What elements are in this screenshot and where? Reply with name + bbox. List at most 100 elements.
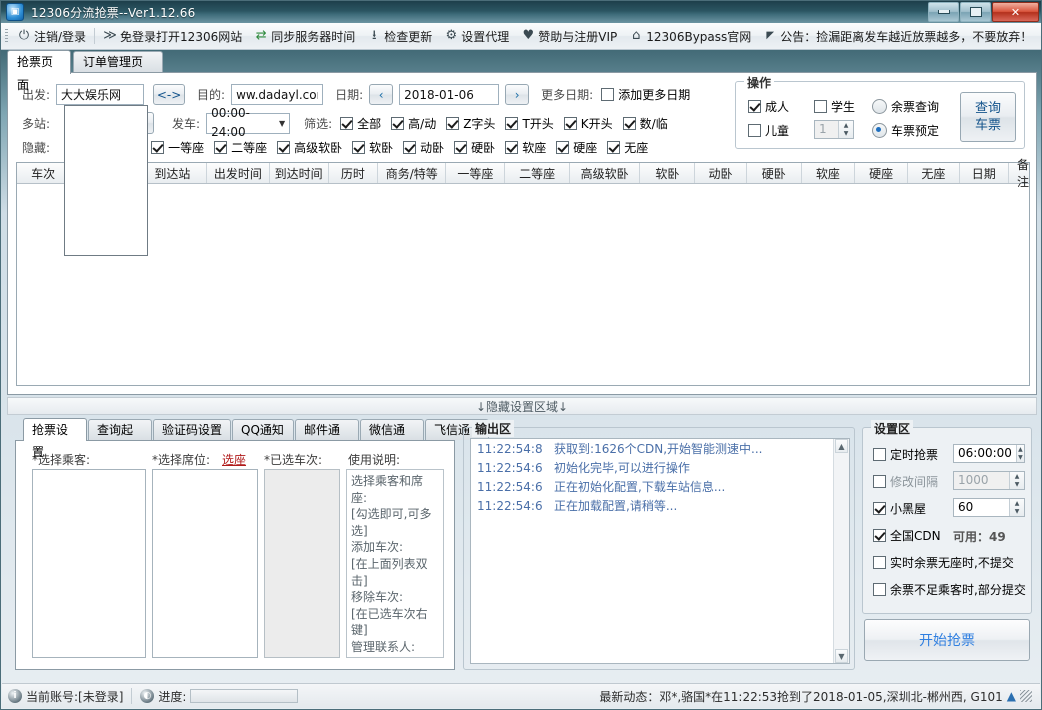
filter-type-z[interactable]: Z字头 — [446, 115, 495, 132]
resize-grip[interactable] — [1020, 690, 1032, 702]
grid-col-hard-seat[interactable]: 硬座 — [855, 163, 908, 183]
chosen-train-list[interactable] — [264, 469, 340, 658]
grid-col-train-no[interactable]: 车次 — [17, 163, 70, 183]
tab-ticket-settings[interactable]: 抢票设置 — [23, 418, 87, 441]
toolbar-item-sync-time[interactable]: ⇄ 同步服务器时间 — [248, 24, 361, 48]
tab-email-notify[interactable]: 邮件通知 — [295, 419, 359, 440]
scroll-down-icon[interactable]: ▼ — [835, 649, 848, 663]
swap-stations-button[interactable]: <-> — [153, 84, 185, 105]
train-result-grid[interactable]: 车次 出发站 到达站 出发时间 到达时间 历时 商务/特等 一等座 二等座 高级… — [16, 162, 1030, 386]
seat-deluxe-soft-sleeper[interactable]: 高级软卧 — [277, 139, 342, 156]
output-log-box[interactable]: 11:22:54:8 获取到:1626个CDN,开始智能测速中... 11:22… — [470, 438, 850, 664]
seat-soft-sleeper[interactable]: 软卧 — [352, 139, 393, 156]
seat-deluxe-soft-sleeper-box — [277, 141, 290, 154]
seat-first-class[interactable]: 一等座 — [151, 139, 204, 156]
child-count-arrows[interactable]: ▲▼ — [838, 121, 853, 138]
minimize-button[interactable] — [928, 2, 959, 22]
toolbar-item-open-12306[interactable]: ≫ 免登录打开12306网站 — [97, 24, 248, 48]
passenger-child-checkbox[interactable]: 儿童 — [748, 122, 789, 139]
toolbar-item-proxy-settings[interactable]: ⚙ 设置代理 — [438, 24, 515, 48]
depart-time-select[interactable]: 00:00-24:00 ▼ — [206, 113, 290, 134]
seat-emu-sleeper[interactable]: 动卧 — [403, 139, 444, 156]
grid-col-arrive-time[interactable]: 到达时间 — [270, 163, 329, 183]
grid-col-no-seat[interactable]: 无座 — [908, 163, 959, 183]
date-next-button[interactable]: › — [505, 84, 529, 105]
toolbar-separator — [94, 28, 95, 44]
toolbar-grip[interactable] — [5, 29, 8, 43]
grid-col-date[interactable]: 日期 — [960, 163, 1009, 183]
modify-interval-stepper[interactable]: 1000 ▲▼ — [953, 471, 1025, 490]
mode-book-radio[interactable]: 车票预定 — [872, 122, 939, 139]
toolbar-item-check-update[interactable]: ⭳ 检查更新 — [361, 24, 438, 48]
tab-qq-notify[interactable]: QQ通知 — [232, 419, 294, 440]
maximize-button[interactable] — [960, 2, 991, 22]
modify-interval-arrows[interactable]: ▲▼ — [1009, 472, 1024, 489]
filter-type-numeric[interactable]: 数/临 — [623, 115, 668, 132]
grid-col-duration[interactable]: 历时 — [329, 163, 378, 183]
toolbar-item-announcement[interactable]: ◤ 公告：捡漏距离发车越近放票越多，不要放弃！ — [757, 24, 1038, 48]
seat-second-class[interactable]: 二等座 — [214, 139, 267, 156]
blackroom-checkbox[interactable]: 小黑屋 — [873, 500, 926, 517]
grid-col-business[interactable]: 商务/特等 — [378, 163, 446, 183]
passenger-adult-checkbox[interactable]: 成人 — [748, 98, 789, 115]
seat-hard-sleeper[interactable]: 硬卧 — [454, 139, 495, 156]
tab-wechat-notify[interactable]: 微信通知 — [360, 419, 424, 440]
output-log-scrollbar[interactable]: ▲ ▼ — [833, 439, 849, 663]
filter-type-gaodong[interactable]: 高/动 — [391, 115, 436, 132]
filter-type-t[interactable]: T开头 — [505, 115, 553, 132]
toolbar-item-logout[interactable]: ⏻ 注销/登录 — [11, 24, 92, 48]
blackroom-arrows[interactable]: ▲▼ — [1009, 499, 1024, 516]
seat-soft-seat[interactable]: 软座 — [505, 139, 546, 156]
scheduled-grab-time-stepper[interactable]: 06:00:00 ▲▼ — [953, 444, 1025, 463]
national-cdn-checkbox[interactable]: 全国CDN — [873, 527, 941, 544]
close-button[interactable]: ✕ — [992, 2, 1039, 22]
child-count-stepper[interactable]: 1 ▲▼ — [814, 120, 854, 139]
to-station-input[interactable] — [231, 84, 323, 105]
query-ticket-button[interactable]: 查询 车票 — [960, 92, 1016, 142]
mode-query-radio[interactable]: 余票查询 — [872, 98, 939, 115]
tab-grab-ticket[interactable]: 抢票页面 — [7, 50, 71, 74]
date-prev-button[interactable]: ‹ — [369, 84, 393, 105]
passenger-list[interactable] — [32, 469, 146, 658]
scheduled-grab-checkbox[interactable]: 定时抢票 — [873, 446, 938, 463]
filter-type-all[interactable]: 全部 — [340, 115, 381, 132]
more-date-checkbox[interactable]: 添加更多日期 — [601, 86, 690, 103]
hide-settings-bar[interactable]: ↓隐藏设置区域↓ — [7, 397, 1037, 415]
grid-col-depart-time[interactable]: 出发时间 — [207, 163, 270, 183]
heart-icon: ♥ — [521, 29, 535, 43]
grid-col-to-station[interactable]: 到达站 — [139, 163, 207, 183]
toolbar-label-check-update: 检查更新 — [384, 28, 432, 45]
grid-col-soft-seat[interactable]: 软座 — [802, 163, 855, 183]
modify-interval-checkbox[interactable]: 修改间隔 — [873, 473, 938, 490]
passenger-student-checkbox[interactable]: 学生 — [814, 98, 855, 115]
toolbar-item-vip[interactable]: ♥ 赞助与注册VIP — [515, 24, 623, 48]
seat-hard-seat[interactable]: 硬座 — [556, 139, 597, 156]
scheduled-grab-time-arrows[interactable]: ▲▼ — [1016, 445, 1024, 462]
no-seat-no-submit-checkbox[interactable]: 实时余票无座时,不提交 — [873, 554, 1014, 571]
choose-seat-link[interactable]: 选座 — [222, 451, 246, 468]
tab-order-management[interactable]: 订单管理页面 — [73, 51, 163, 73]
seat-hard-sleeper-label: 硬卧 — [471, 139, 495, 156]
from-station-suggestion-dropdown[interactable] — [64, 105, 148, 256]
seat-list[interactable] — [152, 469, 258, 658]
grid-col-deluxe-soft-sleeper[interactable]: 高级软卧 — [570, 163, 640, 183]
from-station-input[interactable] — [56, 84, 144, 105]
grid-col-first-class[interactable]: 一等座 — [446, 163, 505, 183]
start-grab-button[interactable]: 开始抢票 — [864, 619, 1030, 661]
seat-no-seat[interactable]: 无座 — [607, 139, 648, 156]
grid-col-second-class[interactable]: 二等座 — [505, 163, 570, 183]
filter-type-k[interactable]: K开头 — [564, 115, 613, 132]
date-input[interactable] — [399, 84, 499, 105]
tab-query-sale-start[interactable]: 查询起售 — [88, 419, 152, 440]
grid-col-hard-sleeper[interactable]: 硬卧 — [747, 163, 802, 183]
toolbar-item-official-site[interactable]: ⌂ 12306Bypass官网 — [623, 24, 757, 48]
grid-col-soft-sleeper[interactable]: 软卧 — [640, 163, 695, 183]
partial-submit-checkbox[interactable]: 余票不足乘客时,部分提交 — [873, 581, 1026, 598]
grid-col-remark[interactable]: 备注 — [1009, 163, 1029, 183]
tab-captcha-settings[interactable]: 验证码设置 — [153, 419, 231, 440]
help-line-4: [在上面列表双击] — [351, 556, 439, 589]
blackroom-stepper[interactable]: 60 ▲▼ — [953, 498, 1025, 517]
grid-col-emu-sleeper[interactable]: 动卧 — [695, 163, 746, 183]
log-line-1-time: 11:22:54:8 — [477, 442, 543, 456]
scroll-up-icon[interactable]: ▲ — [835, 439, 848, 453]
